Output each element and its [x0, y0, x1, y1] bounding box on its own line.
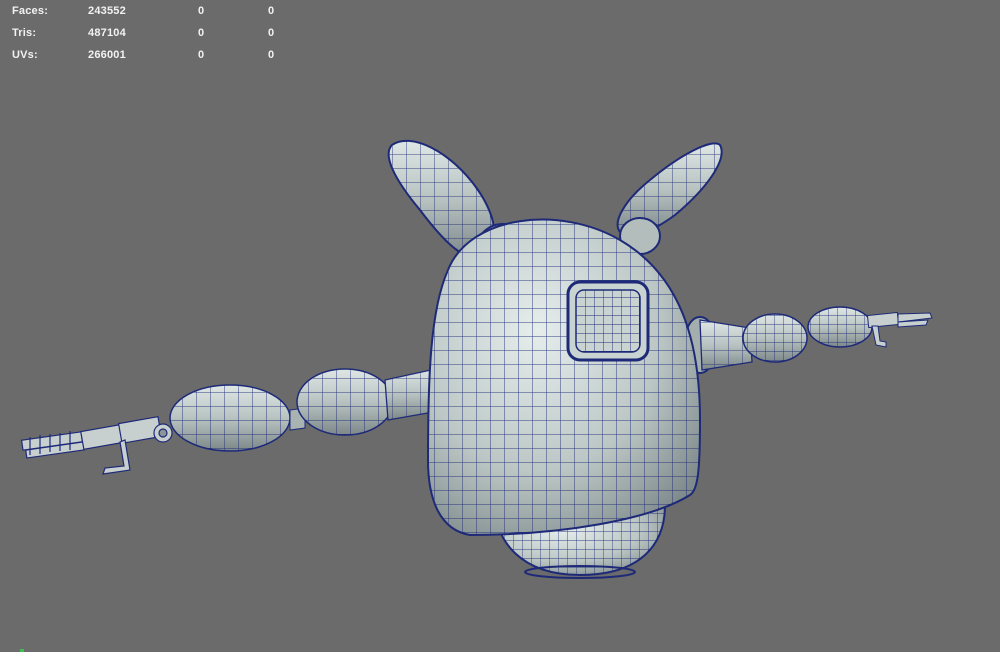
face-panel	[566, 280, 650, 362]
robot-wireframe-model[interactable]	[0, 0, 1000, 652]
robot-body	[426, 218, 702, 537]
right-upper-arm	[742, 313, 808, 363]
left-upper-arm	[296, 367, 446, 436]
3d-viewport[interactable]: Faces: 243552 0 0 Tris: 487104 0 0 UVs: …	[0, 0, 1000, 652]
left-arm	[20, 342, 496, 475]
right-arm	[683, 306, 933, 374]
right-ear	[616, 142, 723, 255]
left-hand	[20, 415, 173, 475]
left-forearm	[169, 384, 306, 452]
right-hand	[866, 311, 933, 348]
right-forearm	[807, 306, 873, 348]
